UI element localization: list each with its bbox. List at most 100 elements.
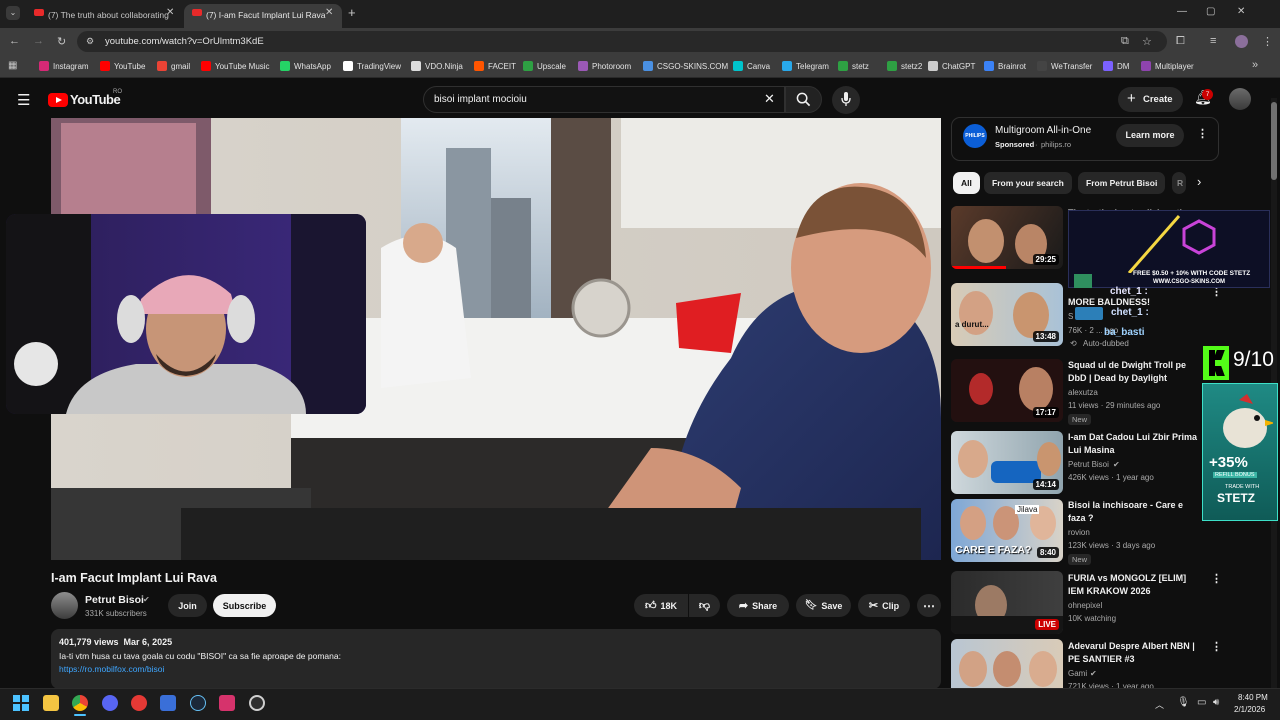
chrome-taskbar-icon[interactable] bbox=[72, 695, 88, 711]
recommended-title[interactable]: FURIA vs MONGOLZ [ELIM] IEM KRAKOW 2026 bbox=[1068, 572, 1203, 597]
description-box[interactable]: 401,779 views Mar 6, 2025 Ia-ti vtm husa… bbox=[51, 629, 941, 689]
recommended-title[interactable]: I-am Dat Cadou Lui Zbir Prima Lui Masina bbox=[1068, 431, 1203, 456]
recommended-thumbnail[interactable] bbox=[951, 639, 1063, 688]
obs-icon[interactable] bbox=[249, 695, 265, 711]
recommended-thumbnail[interactable]: 17:17 bbox=[951, 359, 1063, 422]
bookmark-item[interactable]: WhatsApp bbox=[294, 62, 331, 71]
sponsored-ad-card[interactable]: PHILIPS Multigroom All-in-One Sponsored … bbox=[951, 117, 1219, 161]
learn-more-button[interactable]: Learn more bbox=[1116, 124, 1184, 147]
recommended-title[interactable]: Squad ul de Dwight Troll pe DbD | Dead b… bbox=[1068, 359, 1203, 384]
share-button[interactable]: ➦ Share bbox=[727, 594, 789, 617]
bookmark-item[interactable]: VDO.Ninja bbox=[425, 62, 463, 71]
tab-implant[interactable]: (7) I-am Facut Implant Lui Rava bbox=[184, 4, 342, 28]
channel-avatar[interactable] bbox=[51, 592, 78, 619]
clock-time[interactable]: 8:40 PM bbox=[1238, 693, 1268, 702]
reading-list-icon[interactable]: ≡ bbox=[1210, 35, 1216, 47]
minimize-icon[interactable]: — bbox=[1177, 6, 1187, 17]
restore-icon[interactable]: ▢ bbox=[1206, 6, 1215, 17]
search-button[interactable] bbox=[785, 86, 822, 113]
bookmark-item[interactable]: stetz2 bbox=[901, 62, 922, 71]
video-menu-icon[interactable]: ⋮ bbox=[1211, 572, 1222, 585]
chips-next-icon[interactable]: › bbox=[1197, 174, 1201, 189]
dislike-button[interactable]: 👎︎ bbox=[689, 594, 720, 617]
bookmark-item[interactable]: Brainrot bbox=[998, 62, 1026, 71]
chip-partial[interactable]: R bbox=[1172, 172, 1186, 194]
discord-icon[interactable] bbox=[102, 695, 118, 711]
bookmark-star-icon[interactable]: ☆ bbox=[1142, 35, 1152, 48]
volume-icon[interactable]: 🔊︎ bbox=[1213, 697, 1219, 708]
bookmark-item[interactable]: FACEIT bbox=[488, 62, 516, 71]
channel-name[interactable]: Petrut Bisoi bbox=[85, 594, 144, 606]
close-tab-icon[interactable]: ✕ bbox=[166, 7, 174, 18]
bookmark-item[interactable]: Telegram bbox=[796, 62, 829, 71]
tab-collab[interactable]: (7) The truth about collaborating bbox=[26, 4, 181, 28]
bookmark-item[interactable]: Multiplayer bbox=[1155, 62, 1194, 71]
search-input[interactable]: bisoi implant mocioiu bbox=[434, 94, 527, 105]
bookmark-item[interactable]: CSGO-SKINS.COM bbox=[657, 62, 728, 71]
capcut-icon[interactable] bbox=[219, 695, 235, 711]
chip-from-your-search[interactable]: From your search bbox=[984, 172, 1072, 194]
save-button[interactable]: 🔖︎ Save bbox=[796, 594, 851, 617]
microphone-tray-icon[interactable]: 🎙︎ bbox=[1177, 697, 1190, 708]
network-icon[interactable]: ▭ bbox=[1197, 697, 1206, 708]
recommended-title[interactable]: Adevarul Despre Albert NBN | PE SANTIER … bbox=[1068, 640, 1203, 665]
close-tab-icon[interactable]: ✕ bbox=[325, 7, 333, 18]
site-info-icon[interactable]: ⚙ bbox=[86, 36, 94, 47]
chip-all[interactable]: All bbox=[953, 172, 980, 194]
forward-icon[interactable]: → bbox=[33, 35, 44, 47]
bookmark-item[interactable]: DM bbox=[1117, 62, 1129, 71]
account-avatar[interactable] bbox=[1229, 88, 1251, 110]
streamdeck-icon[interactable] bbox=[160, 695, 176, 711]
voice-search-button[interactable] bbox=[832, 86, 860, 114]
recommended-thumbnail[interactable]: LIVE bbox=[951, 571, 1063, 634]
bookmarks-overflow-icon[interactable]: » bbox=[1252, 59, 1258, 71]
chip-from-petrut-bisoi[interactable]: From Petrut Bisoi bbox=[1078, 172, 1166, 194]
reload-icon[interactable]: ↻ bbox=[57, 35, 66, 48]
bookmark-item[interactable]: YouTube bbox=[114, 62, 145, 71]
youtube-logo-icon[interactable] bbox=[48, 93, 68, 107]
bookmark-item[interactable]: Upscale bbox=[537, 62, 566, 71]
bookmark-item[interactable]: Photoroom bbox=[592, 62, 631, 71]
bookmark-item[interactable]: YouTube Music bbox=[215, 62, 270, 71]
url-text[interactable]: youtube.com/watch?v=OrUlmtm3KdE bbox=[105, 36, 264, 47]
ad-menu-icon[interactable]: ⋮ bbox=[1197, 127, 1208, 140]
bookmark-item[interactable]: Canva bbox=[747, 62, 770, 71]
windows-start-icon[interactable] bbox=[13, 695, 29, 711]
recommended-title[interactable]: Bisoi la inchisoare - Care e faza ? bbox=[1068, 499, 1203, 524]
profile-avatar[interactable] bbox=[1235, 35, 1248, 48]
more-actions-button[interactable]: ⋯ bbox=[917, 594, 941, 617]
chrome-menu-icon[interactable]: ⋮ bbox=[1262, 35, 1273, 48]
hamburger-menu-icon[interactable]: ☰ bbox=[17, 91, 30, 109]
like-button[interactable]: 👍︎ 18K bbox=[634, 594, 688, 617]
description-link[interactable]: https://ro.mobilfox.com/bisoi bbox=[59, 664, 164, 674]
media-player-icon[interactable] bbox=[131, 695, 147, 711]
bookmark-item[interactable]: TradingView bbox=[357, 62, 401, 71]
steam-icon[interactable] bbox=[190, 695, 206, 711]
recommended-thumbnail[interactable]: Jilava CARE E FAZA? 8:40 bbox=[951, 499, 1063, 562]
file-explorer-icon[interactable] bbox=[43, 695, 59, 711]
bookmark-item[interactable]: WeTransfer bbox=[1051, 62, 1092, 71]
create-button[interactable]: + Create bbox=[1118, 87, 1183, 112]
clear-search-icon[interactable]: ✕ bbox=[764, 91, 775, 107]
new-tab-icon[interactable]: + bbox=[348, 5, 356, 20]
recommended-thumbnail[interactable]: a durut... 13:48 bbox=[951, 283, 1063, 346]
bookmark-item[interactable]: stetz bbox=[852, 62, 869, 71]
subscribe-button[interactable]: Subscribe bbox=[213, 594, 276, 617]
bookmark-item[interactable]: Instagram bbox=[53, 62, 89, 71]
cast-icon[interactable]: ⧉ bbox=[1121, 35, 1129, 48]
tray-overflow-icon[interactable]: ︿ bbox=[1155, 698, 1164, 711]
scrollbar-thumb[interactable] bbox=[1271, 102, 1277, 180]
clock-date[interactable]: 2/1/2026 bbox=[1234, 705, 1265, 714]
back-icon[interactable]: ← bbox=[9, 35, 20, 47]
extensions-icon[interactable]: ⧠ bbox=[1176, 35, 1185, 48]
tab-search-button[interactable]: ⌄ bbox=[6, 6, 20, 20]
bookmark-item[interactable]: ChatGPT bbox=[942, 62, 975, 71]
window-close-icon[interactable]: ✕ bbox=[1237, 6, 1245, 17]
recommended-thumbnail[interactable]: 29:25 bbox=[951, 206, 1063, 269]
video-menu-icon[interactable]: ⋮ bbox=[1211, 640, 1222, 653]
clip-button[interactable]: ✂ Clip bbox=[858, 594, 910, 617]
bookmark-item[interactable]: gmail bbox=[171, 62, 190, 71]
join-button[interactable]: Join bbox=[168, 594, 207, 617]
recommended-thumbnail[interactable]: 14:14 bbox=[951, 431, 1063, 494]
apps-grid-icon[interactable]: ▦ bbox=[8, 60, 17, 71]
